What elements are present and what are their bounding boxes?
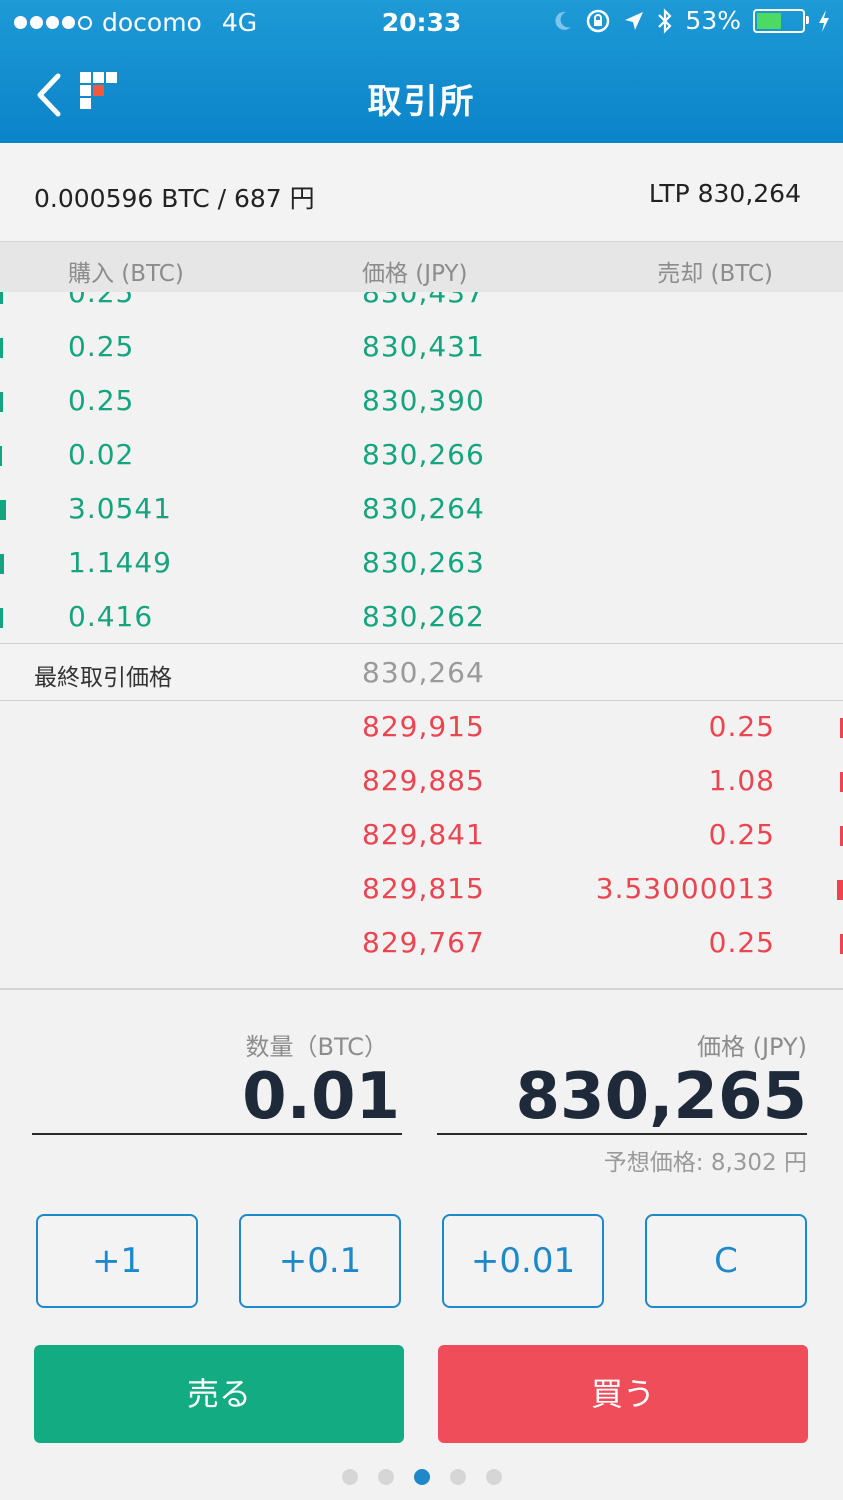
quantity-underline [32,1133,402,1135]
add-one-button[interactable]: +1 [36,1214,198,1308]
top-bar: docomo 4G 20:33 53% 取引所 [0,0,843,143]
ltp-value: LTP 830,264 [648,179,801,208]
buy-column-header: 購入 (BTC) [68,261,184,287]
table-row[interactable]: 829,815 3.53000013 [0,862,843,916]
table-row[interactable]: 829,885 1.08 [0,754,843,808]
bid-price: 830,390 [362,384,485,417]
moon-icon [555,11,572,30]
table-row[interactable]: 829,767 0.25 [0,916,843,970]
battery-percent: 53% [685,6,741,35]
price-input[interactable]: 830,265 [516,1060,808,1134]
table-row[interactable]: 829,915 0.25 [0,700,843,754]
ask-price: 829,841 [362,818,485,851]
quantity-label: 数量（BTC） [245,1033,388,1061]
table-row[interactable]: 0.25 830,390 [0,374,843,428]
rotation-lock-icon [587,9,610,32]
estimated-price: 予想価格: 8,302 円 [603,1150,807,1176]
balance-amount: 0.000596 BTC / 687 円 [34,184,315,213]
last-trade-label: 最終取引価格 [34,665,172,691]
orderbook-bids[interactable]: 0.25 830,437 0.25 830,431 0.25 830,390 0… [0,292,843,642]
page-dot[interactable] [449,1469,466,1485]
table-row[interactable]: 829,841 0.25 [0,808,843,862]
quantity-input[interactable]: 0.01 [242,1060,400,1134]
bid-price: 830,266 [362,438,485,471]
page-dot-active[interactable] [413,1469,430,1485]
ask-qty: 0.25 [708,710,775,743]
table-row[interactable]: 0.25 830,431 [0,320,843,374]
bid-price: 830,263 [362,546,485,579]
sell-column-header: 売却 (BTC) [657,261,773,287]
price-column-header: 価格 (JPY) [362,261,468,287]
location-icon [625,11,644,30]
bid-qty: 0.02 [68,438,135,471]
ask-qty: 3.53000013 [595,872,775,905]
balance-bar: 0.000596 BTC / 687 円 LTP 830,264 [0,143,843,242]
page-dot[interactable] [377,1469,394,1485]
bid-price: 830,262 [362,600,485,633]
page-indicator [0,1469,843,1485]
table-row[interactable]: 0.416 830,262 [0,590,843,642]
sell-button[interactable]: 売る [34,1345,404,1443]
bid-qty: 0.25 [68,330,135,363]
clear-button[interactable]: C [645,1214,807,1308]
bid-price: 830,264 [362,492,485,525]
table-row[interactable]: 0.25 830,437 [0,292,843,320]
orderbook-header: 購入 (BTC) 価格 (JPY) 売却 (BTC) [0,242,843,292]
table-row[interactable]: 1.1449 830,263 [0,536,843,590]
bid-price: 830,437 [362,292,485,309]
bid-qty: 0.25 [68,292,135,309]
price-label: 価格 (JPY) [696,1033,807,1061]
bid-qty: 0.25 [68,384,135,417]
charging-icon [819,9,829,32]
bid-qty: 1.1449 [68,546,172,579]
last-trade-price: 830,264 [362,656,485,689]
ask-price: 829,815 [362,872,485,905]
last-trade-row: 最終取引価格 830,264 [0,643,843,701]
ask-price: 829,915 [362,710,485,743]
ask-price: 829,885 [362,764,485,797]
table-row[interactable]: 3.0541 830,264 [0,482,843,536]
ask-qty: 0.25 [708,926,775,959]
status-bar: docomo 4G 20:33 53% [0,0,843,46]
add-hundredth-button[interactable]: +0.01 [442,1214,604,1308]
price-underline [437,1133,807,1135]
buy-button[interactable]: 買う [438,1345,808,1443]
page-dot[interactable] [485,1469,502,1485]
page-dot[interactable] [341,1469,358,1485]
ask-price: 829,767 [362,926,485,959]
bid-price: 830,431 [362,330,485,363]
battery-icon [753,8,809,33]
bid-qty: 0.416 [68,600,154,633]
table-row[interactable]: 0.02 830,266 [0,428,843,482]
ask-qty: 0.25 [708,818,775,851]
add-tenth-button[interactable]: +0.1 [239,1214,401,1308]
ask-qty: 1.08 [708,764,775,797]
orderbook-asks[interactable]: 829,915 0.25 829,885 1.08 829,841 0.25 8… [0,700,843,980]
bluetooth-icon [658,7,672,34]
bid-qty: 3.0541 [68,492,172,525]
page-title: 取引所 [367,82,476,122]
section-divider [0,988,843,990]
